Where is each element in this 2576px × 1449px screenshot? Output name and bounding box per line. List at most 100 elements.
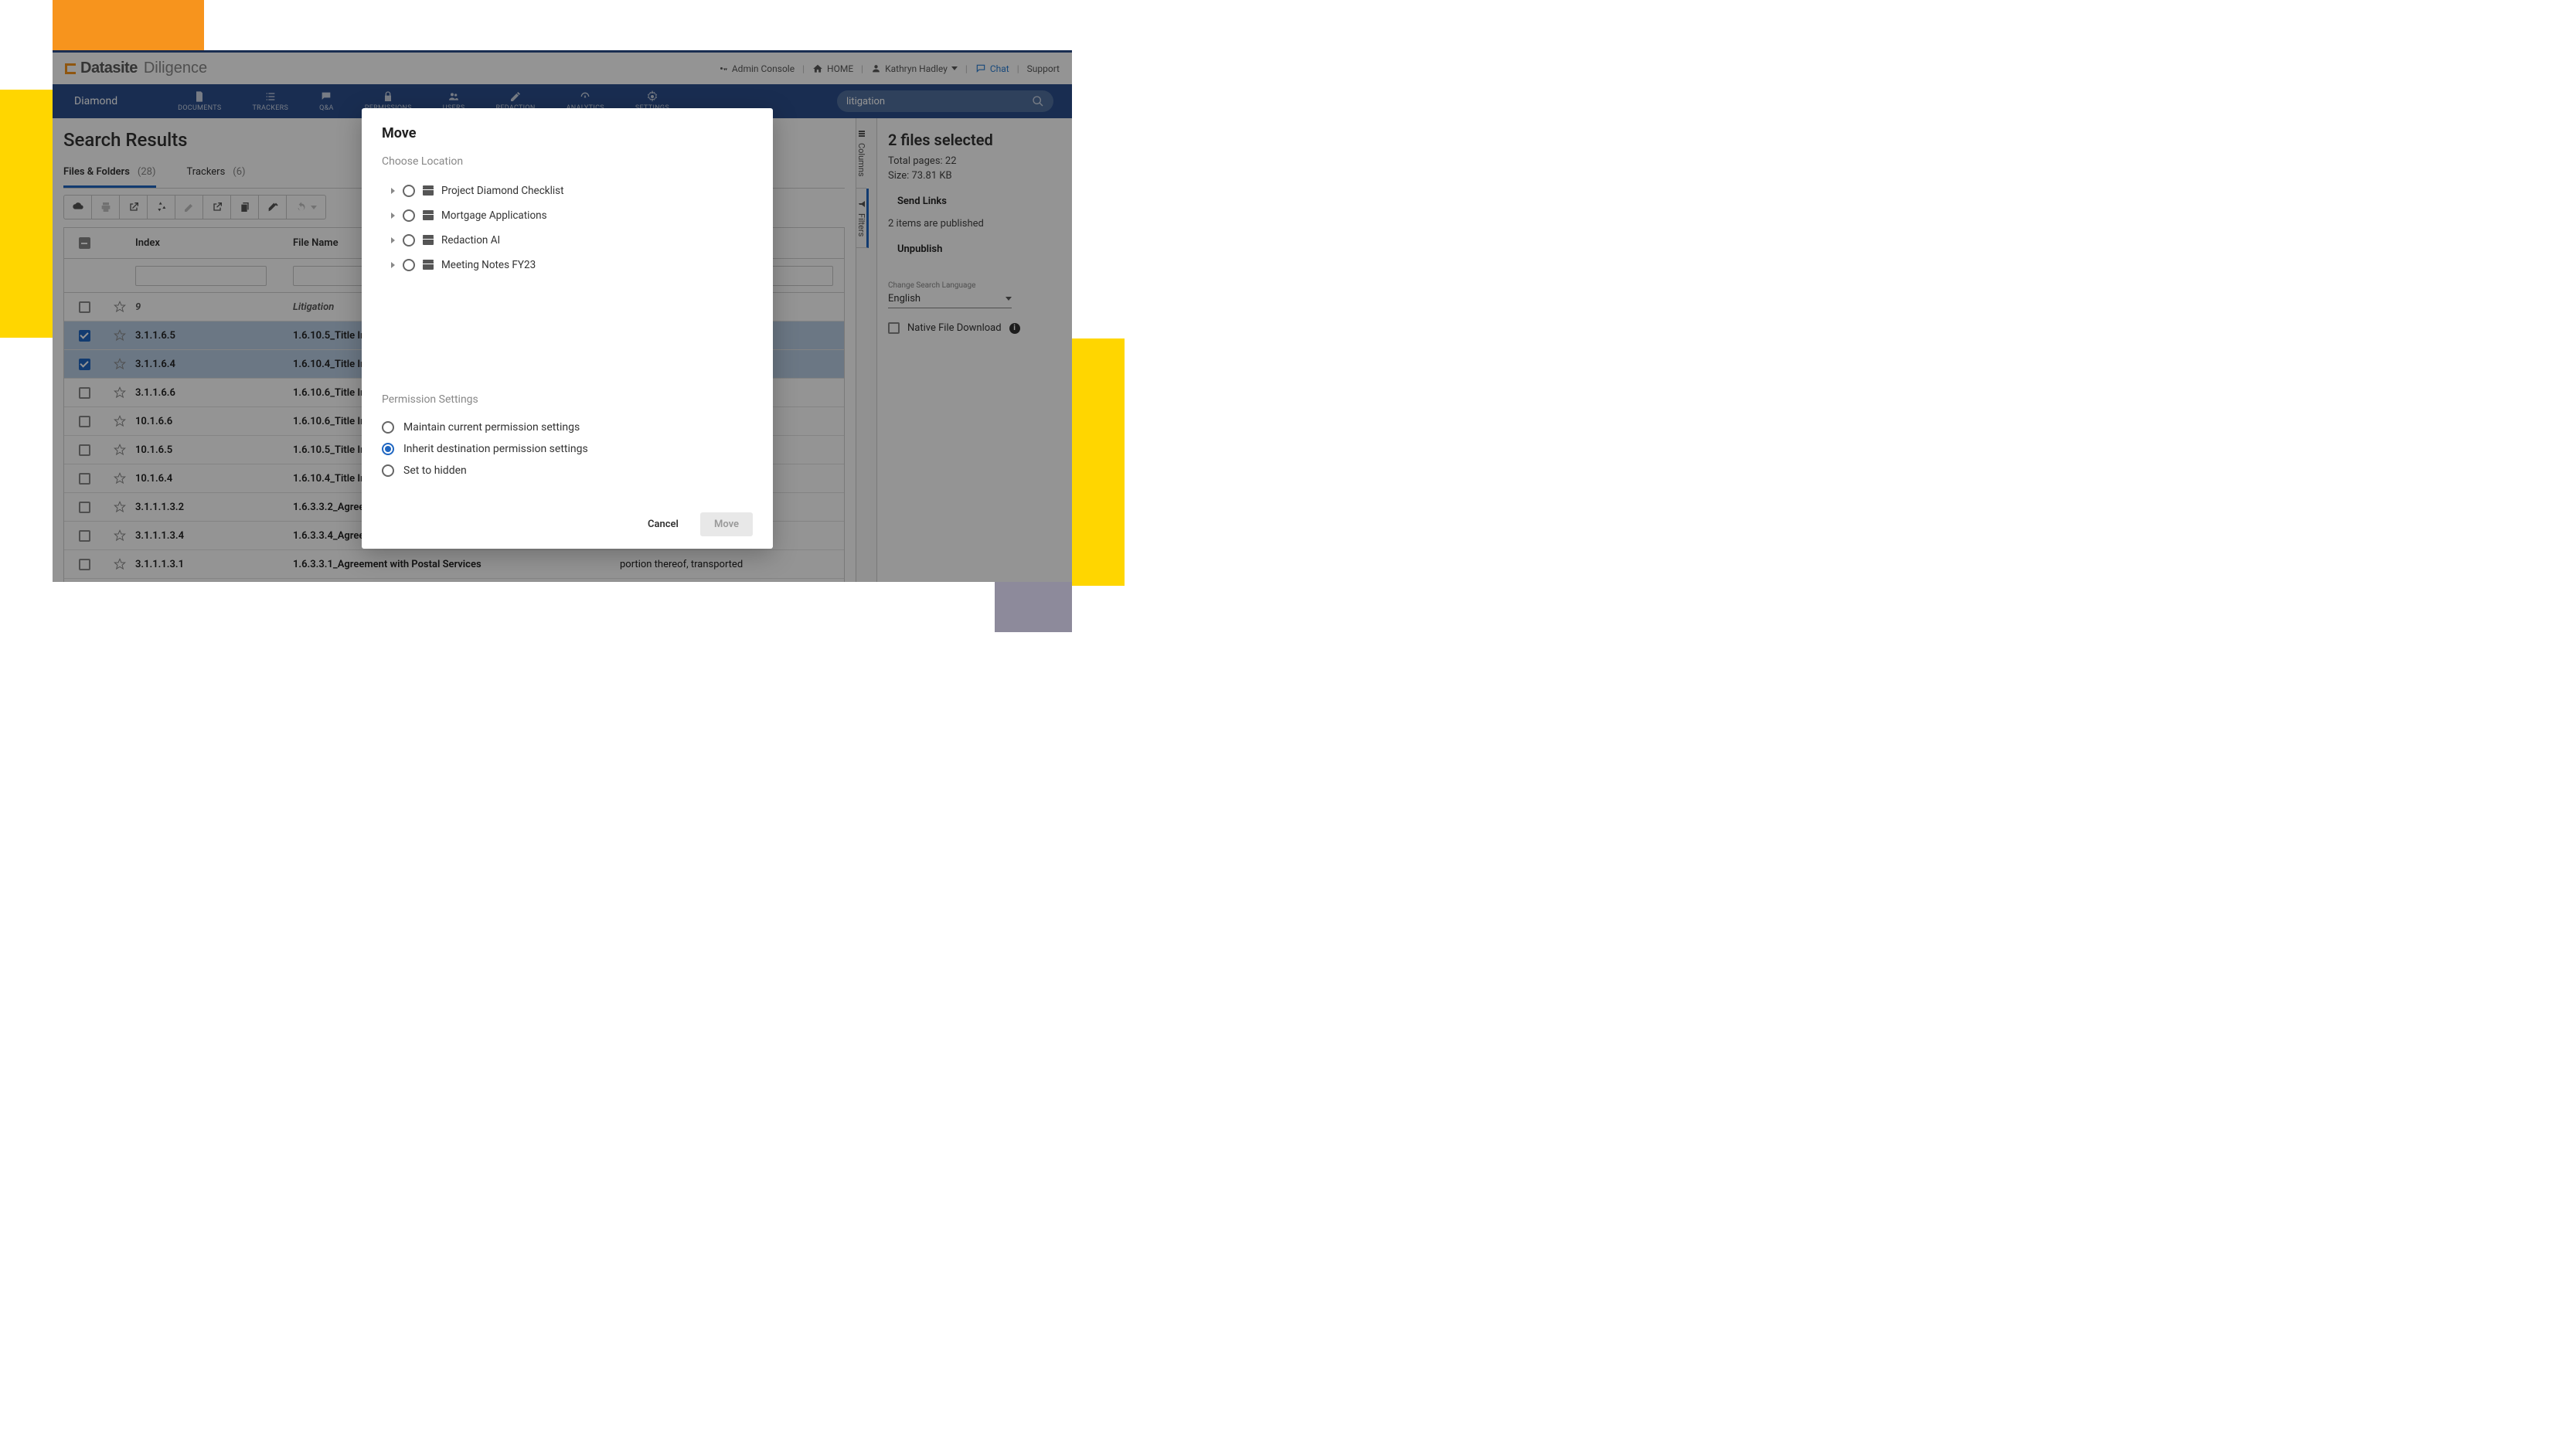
permission-option[interactable]: Maintain current permission settings — [382, 417, 753, 438]
permission-radio[interactable] — [382, 443, 394, 455]
row-checkbox[interactable] — [79, 502, 90, 513]
export-button[interactable] — [203, 196, 231, 219]
admin-console-link[interactable]: Admin Console — [719, 63, 795, 74]
table-row[interactable]: 3.1.1.1.3.11.6.3.3.1_Agreement with Post… — [64, 550, 844, 579]
folder-radio[interactable] — [403, 234, 415, 247]
toolbar-buttons — [63, 195, 326, 219]
vtab-filters[interactable]: Filters — [856, 189, 869, 248]
info-icon[interactable]: i — [1009, 323, 1020, 334]
home-link[interactable]: HOME — [812, 63, 853, 74]
star-icon[interactable] — [114, 529, 126, 542]
chat-link[interactable]: Chat — [975, 63, 1009, 74]
select-all-checkbox[interactable] — [79, 237, 90, 249]
row-index: 10.1.6.5 — [135, 444, 285, 456]
chevron-right-icon[interactable] — [391, 213, 395, 219]
chevron-right-icon[interactable] — [391, 262, 395, 268]
print-button[interactable] — [92, 196, 120, 219]
users-icon — [447, 90, 460, 103]
deco-orange — [53, 0, 204, 50]
search-box[interactable] — [837, 90, 1053, 112]
folder-radio[interactable] — [403, 259, 415, 271]
folder-row[interactable]: Project Diamond Checklist — [382, 179, 753, 203]
highlight-button[interactable] — [259, 196, 287, 219]
permission-label: Maintain current permission settings — [403, 421, 580, 434]
copy-button[interactable] — [231, 196, 259, 219]
row-checkbox[interactable] — [79, 387, 90, 399]
user-menu[interactable]: Kathryn Hadley — [871, 63, 958, 74]
vtab-columns[interactable]: Columns — [856, 118, 866, 189]
chevron-right-icon[interactable] — [391, 237, 395, 243]
row-index: 10.1.6.6 — [135, 416, 285, 427]
star-icon[interactable] — [114, 386, 126, 399]
row-checkbox[interactable] — [79, 330, 90, 342]
tab-files-folders[interactable]: Files & Folders (28) — [63, 160, 156, 188]
project-name[interactable]: Diamond — [53, 95, 139, 107]
folder-radio[interactable] — [403, 209, 415, 222]
folder-radio[interactable] — [403, 185, 415, 197]
open-button[interactable] — [120, 196, 148, 219]
permission-option[interactable]: Set to hidden — [382, 460, 753, 481]
star-icon[interactable] — [114, 558, 126, 570]
star-icon[interactable] — [114, 501, 126, 513]
undo-icon — [295, 201, 308, 213]
row-index: 3.1.1.6.4 — [135, 359, 285, 370]
star-icon[interactable] — [114, 329, 126, 342]
key-icon — [719, 64, 728, 73]
print-icon — [100, 201, 112, 213]
row-checkbox[interactable] — [79, 301, 90, 313]
separator: | — [861, 63, 863, 74]
row-index: 3.1.1.1.3.2 — [135, 502, 285, 513]
undo-button[interactable] — [287, 196, 325, 219]
user-icon — [871, 63, 881, 73]
native-download-row[interactable]: Native File Download i — [888, 322, 1061, 334]
header-index[interactable]: Index — [135, 237, 285, 249]
columns-icon — [857, 129, 866, 138]
star-icon[interactable] — [114, 415, 126, 427]
star-icon[interactable] — [114, 301, 126, 313]
caret-down-icon — [1006, 297, 1012, 301]
star-icon[interactable] — [114, 472, 126, 485]
export-icon — [211, 201, 223, 213]
row-checkbox[interactable] — [79, 559, 90, 570]
unpublish-button[interactable]: Unpublish — [897, 243, 942, 255]
tab-trackers[interactable]: Trackers (6) — [187, 160, 246, 188]
brand-light: Diligence — [144, 60, 207, 77]
row-checkbox[interactable] — [79, 359, 90, 370]
folder-row[interactable]: Meeting Notes FY23 — [382, 253, 753, 277]
support-link[interactable]: Support — [1027, 63, 1060, 74]
nav-documents[interactable]: DOCUMENTS — [178, 90, 221, 112]
admin-console-label: Admin Console — [732, 63, 795, 74]
tab-count: (28) — [138, 166, 156, 178]
language-value: English — [888, 293, 920, 304]
folder-row[interactable]: Mortgage Applications — [382, 203, 753, 228]
row-index: 3.1.1.6.5 — [135, 330, 285, 342]
move-modal: Move Choose Location Project Diamond Che… — [362, 108, 773, 549]
row-checkbox[interactable] — [79, 473, 90, 485]
native-download-checkbox[interactable] — [888, 322, 900, 334]
folder-icon — [423, 236, 434, 245]
permission-radio[interactable] — [382, 421, 394, 434]
search-input[interactable] — [846, 96, 1032, 107]
filter-index-input[interactable] — [135, 266, 267, 286]
star-icon[interactable] — [114, 444, 126, 456]
language-select[interactable]: English — [888, 290, 1012, 308]
gear-icon — [646, 90, 658, 103]
folder-row[interactable]: Redaction AI — [382, 228, 753, 253]
permission-radio[interactable] — [382, 464, 394, 477]
row-checkbox[interactable] — [79, 530, 90, 542]
table-row[interactable]: 3.1.1.1.3.31.6.3.3.3_Agreement with Post… — [64, 579, 844, 582]
row-checkbox[interactable] — [79, 444, 90, 456]
nav-qa[interactable]: Q&A — [319, 90, 334, 112]
search-icon[interactable] — [1032, 95, 1044, 107]
download-button[interactable] — [64, 196, 92, 219]
nav-trackers[interactable]: TRACKERS — [253, 90, 289, 112]
row-checkbox[interactable] — [79, 416, 90, 427]
recycle-button[interactable] — [148, 196, 175, 219]
move-button[interactable]: Move — [700, 512, 753, 536]
chevron-right-icon[interactable] — [391, 188, 395, 194]
permission-option[interactable]: Inherit destination permission settings — [382, 438, 753, 460]
edit-button[interactable] — [175, 196, 203, 219]
send-links-button[interactable]: Send Links — [897, 196, 947, 207]
star-icon[interactable] — [114, 358, 126, 370]
cancel-button[interactable]: Cancel — [634, 512, 692, 536]
